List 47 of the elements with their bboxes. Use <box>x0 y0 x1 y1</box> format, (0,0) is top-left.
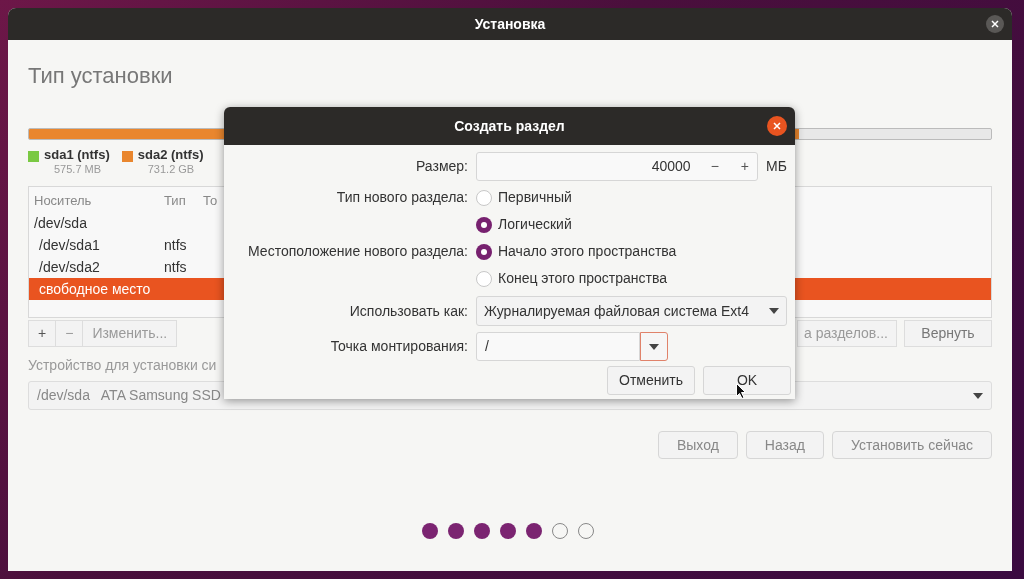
window-title: Установка <box>474 14 546 34</box>
device-cell-text: /dev/sda1 <box>38 235 101 255</box>
column-header: То <box>203 192 218 211</box>
field-label: Тип нового раздела: <box>335 188 468 207</box>
radio-button[interactable] <box>476 189 492 206</box>
radio-label: Первичный <box>498 188 572 207</box>
field-label: Местоположение нового раздела: <box>247 242 468 261</box>
column-header: Тип <box>164 192 187 211</box>
radio-label: Логический <box>498 215 572 234</box>
dialog-button[interactable]: Отменить <box>607 366 695 395</box>
type-cell-text: ntfs <box>164 257 187 277</box>
unit-label: МБ <box>766 157 787 176</box>
radio-button[interactable] <box>476 216 492 233</box>
legend-size: 731.2 GB <box>146 162 196 176</box>
increment-button[interactable]: + <box>738 156 751 177</box>
radio-label: Конец этого пространства <box>498 269 668 288</box>
decrement-button[interactable]: − <box>706 156 723 177</box>
dialog-title: Создать раздел <box>454 116 565 136</box>
dialog-button[interactable]: OK <box>703 366 791 395</box>
close-button[interactable] <box>986 15 1004 33</box>
table-button[interactable]: + <box>28 320 57 347</box>
type-cell-text: ntfs <box>164 235 187 255</box>
radio-label: Начало этого пространства <box>498 242 677 261</box>
device-cell-text: свободное место <box>38 279 152 299</box>
column-header: Носитель <box>33 192 93 211</box>
radio-button[interactable] <box>476 270 492 287</box>
radio-button[interactable] <box>476 243 492 260</box>
field-label: Использовать как: <box>348 301 468 321</box>
legend-size: 575.7 MB <box>53 162 103 176</box>
device-cell-text: /dev/sda2 <box>38 257 101 277</box>
field-label: Устройство для установки си <box>28 356 218 375</box>
filesystem-dropdown[interactable]: Журналируемая файловая система Ext4 <box>476 296 787 326</box>
close-icon <box>991 20 999 28</box>
table-button[interactable]: Вернуть <box>904 320 992 347</box>
close-button[interactable] <box>767 116 787 136</box>
legend-label: sda2 (ntfs) <box>137 148 204 162</box>
legend-label: sda1 (ntfs) <box>44 148 110 162</box>
field-label: Точка монтирования: <box>329 337 468 356</box>
caret-icon <box>769 308 779 314</box>
mount-point-dropdown-button[interactable] <box>640 332 668 361</box>
field-label: Размер: <box>415 157 468 176</box>
page-title: Тип установки <box>28 62 174 90</box>
caret-icon <box>973 392 983 399</box>
size-spin-field[interactable]: 40000 − + <box>476 152 758 181</box>
close-icon <box>773 122 781 130</box>
mount-point-field[interactable]: / <box>476 332 640 361</box>
caret-icon <box>649 343 659 350</box>
